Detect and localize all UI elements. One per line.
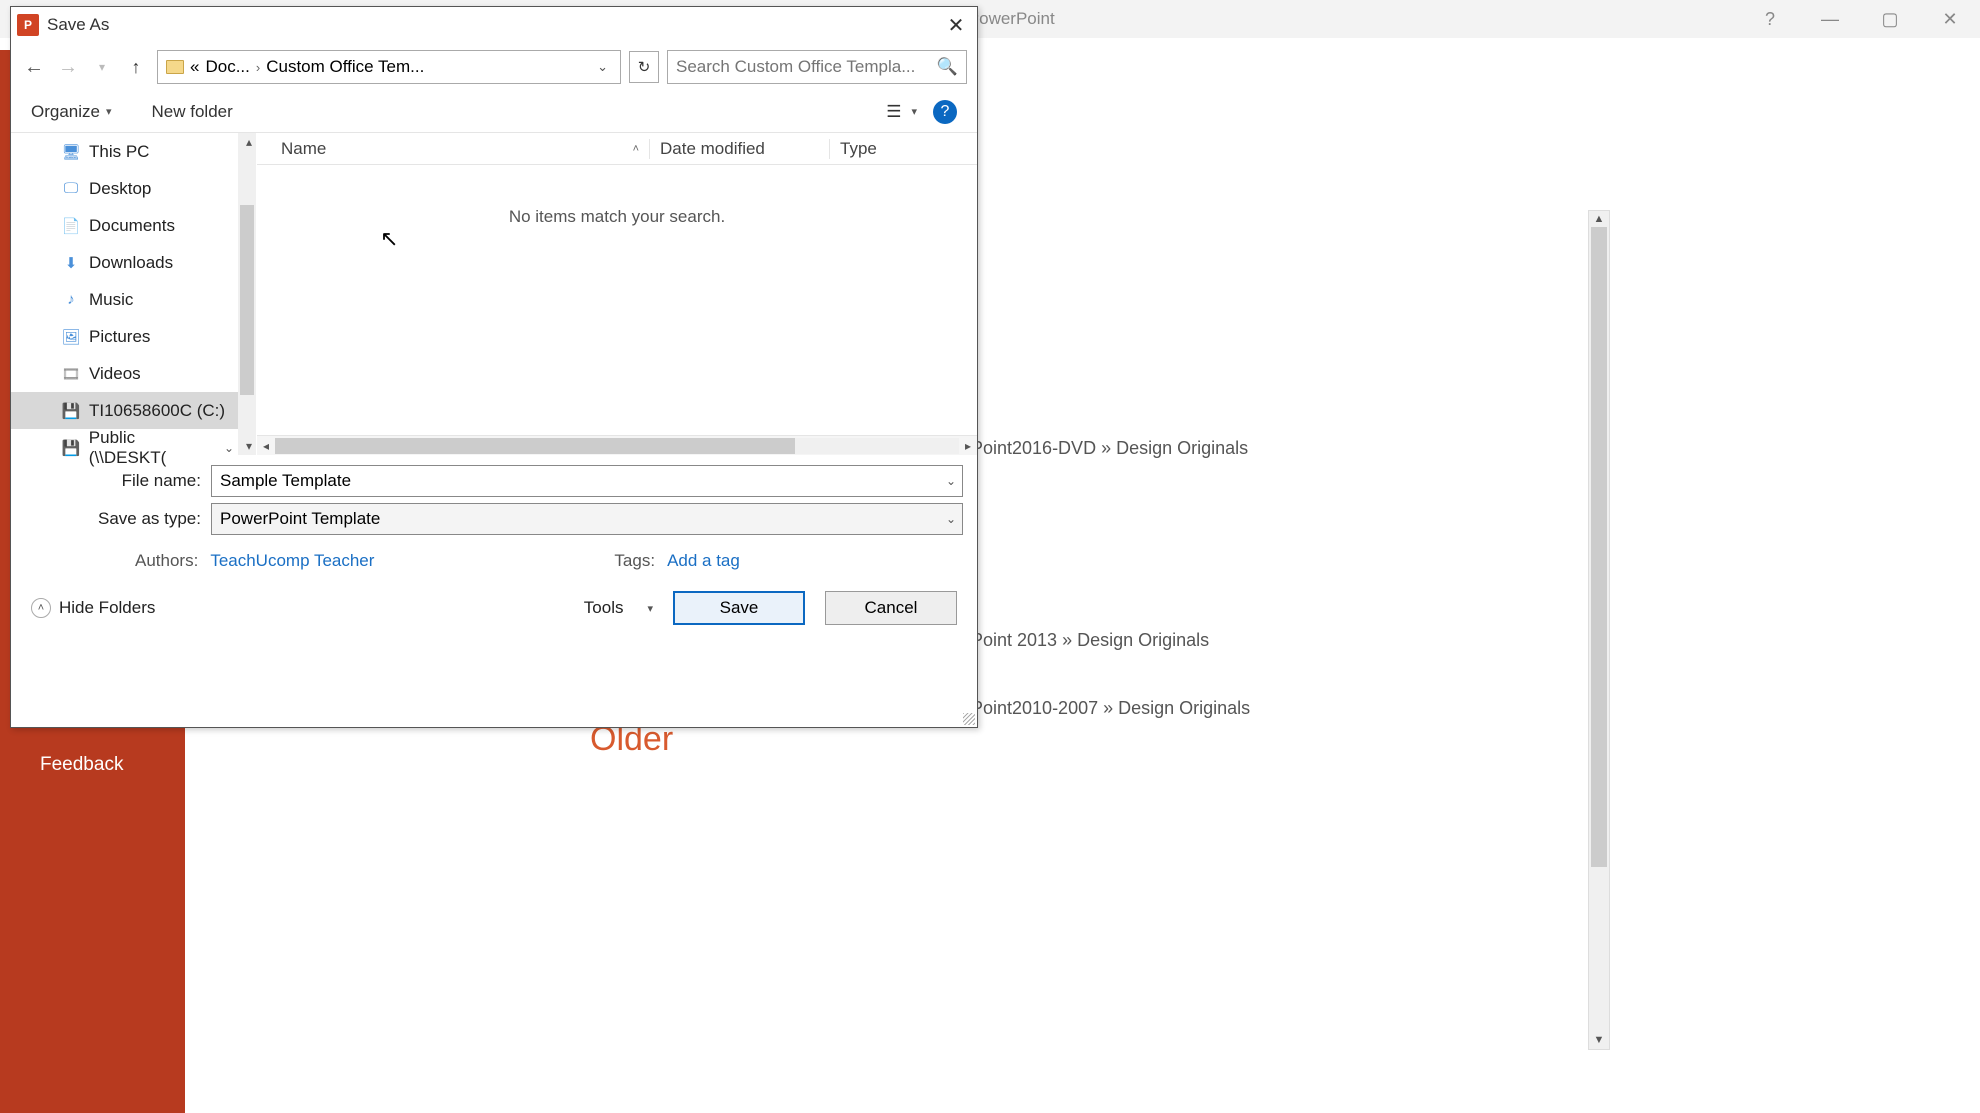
- expand-icon[interactable]: ⌄: [224, 441, 234, 455]
- dialog-titlebar[interactable]: P Save As ✕: [11, 7, 977, 43]
- save-button[interactable]: Save: [673, 591, 805, 625]
- sort-indicator-icon: ˄: [633, 143, 639, 155]
- chevron-up-icon: ˄: [31, 598, 51, 618]
- refresh-button[interactable]: ↻: [629, 51, 659, 83]
- forward-button[interactable]: →: [55, 54, 81, 80]
- tree-scroll-thumb[interactable]: [240, 205, 254, 395]
- help-icon[interactable]: ?: [1740, 0, 1800, 38]
- resize-grip[interactable]: [963, 713, 975, 725]
- column-name[interactable]: Name˄: [257, 139, 649, 159]
- tree-scrollbar[interactable]: ▴ ▾: [238, 133, 256, 455]
- scroll-thumb[interactable]: [1591, 227, 1607, 867]
- breadcrumb-prefix: «: [190, 57, 199, 77]
- tags-value[interactable]: Add a tag: [667, 551, 740, 571]
- recent-path-2[interactable]: rPoint 2013 » Design Originals: [965, 630, 1209, 651]
- search-box[interactable]: 🔍: [667, 50, 967, 84]
- scroll-down-icon[interactable]: ▼: [1589, 1033, 1609, 1048]
- videos-icon: 🎞: [61, 365, 81, 383]
- organize-button[interactable]: Organize: [31, 102, 112, 122]
- saveastype-select[interactable]: PowerPoint Template⌄: [211, 503, 963, 535]
- address-dropdown-icon[interactable]: ⌄: [593, 59, 612, 75]
- recent-locations-dropdown[interactable]: ▾: [89, 54, 115, 80]
- recent-path-1[interactable]: rPoint2016-DVD » Design Originals: [965, 438, 1248, 459]
- save-as-dialog: P Save As ✕ ← → ▾ ↑ « Doc... › Custom Of…: [10, 6, 978, 728]
- saveastype-label: Save as type:: [25, 509, 211, 529]
- filename-label: File name:: [25, 471, 211, 491]
- hscroll-left-icon[interactable]: ◂: [257, 439, 275, 453]
- search-icon[interactable]: 🔍: [937, 57, 958, 77]
- column-type[interactable]: Type: [829, 139, 977, 159]
- breadcrumb-custom-office[interactable]: Custom Office Tem...: [266, 57, 424, 77]
- tree-scroll-down-icon[interactable]: ▾: [246, 439, 252, 453]
- music-icon: ♪: [61, 291, 81, 308]
- tree-videos[interactable]: 🎞Videos: [11, 355, 256, 392]
- tools-button[interactable]: Tools: [584, 598, 653, 618]
- up-button[interactable]: ↑: [123, 54, 149, 80]
- close-window-icon[interactable]: ✕: [1920, 0, 1980, 38]
- hscroll-right-icon[interactable]: ▸: [959, 439, 977, 453]
- hscroll-thumb[interactable]: [275, 438, 795, 454]
- back-button[interactable]: ←: [21, 54, 47, 80]
- pictures-icon: 🖼: [61, 328, 81, 346]
- breadcrumb-doc[interactable]: Doc...: [205, 57, 249, 77]
- tree-music[interactable]: ♪Music: [11, 281, 256, 318]
- toolbar: Organize New folder ☰ ?: [11, 91, 977, 133]
- file-browser: ▴ ▾ 🖥This PC 🖵Desktop 📄Documents ⬇Downlo…: [11, 133, 977, 455]
- tree-documents[interactable]: 📄Documents: [11, 207, 256, 244]
- address-bar[interactable]: « Doc... › Custom Office Tem... ⌄: [157, 50, 621, 84]
- dialog-title: Save As: [47, 15, 935, 35]
- file-list-area: Name˄ Date modified Type No items match …: [257, 133, 977, 455]
- filename-input[interactable]: Sample Template⌄: [211, 465, 963, 497]
- view-icon: ☰: [886, 102, 901, 122]
- column-date-modified[interactable]: Date modified: [649, 139, 829, 159]
- chevron-right-icon[interactable]: ›: [256, 60, 260, 75]
- tags-label: Tags:: [614, 551, 655, 571]
- sidebar-item-feedback[interactable]: Feedback: [0, 740, 185, 790]
- new-folder-button[interactable]: New folder: [152, 102, 233, 122]
- close-dialog-button[interactable]: ✕: [935, 9, 977, 41]
- powerpoint-icon: P: [17, 14, 39, 36]
- tree-this-pc[interactable]: 🖥This PC: [11, 133, 256, 170]
- downloads-icon: ⬇: [61, 254, 81, 272]
- help-button[interactable]: ?: [933, 100, 957, 124]
- tree-downloads[interactable]: ⬇Downloads: [11, 244, 256, 281]
- cancel-button[interactable]: Cancel: [825, 591, 957, 625]
- desktop-icon: 🖵: [61, 180, 81, 197]
- hide-folders-button[interactable]: ˄ Hide Folders: [31, 598, 155, 618]
- dialog-footer: ˄ Hide Folders Tools Save Cancel: [11, 571, 977, 645]
- drive-icon: 💾: [61, 402, 81, 420]
- maximize-icon[interactable]: ▢: [1860, 0, 1920, 38]
- recent-path-3[interactable]: rPoint2010-2007 » Design Originals: [965, 698, 1250, 719]
- tree-pictures[interactable]: 🖼Pictures: [11, 318, 256, 355]
- authors-label: Authors:: [135, 551, 198, 571]
- network-drive-icon: 💾: [61, 439, 81, 457]
- navigation-row: ← → ▾ ↑ « Doc... › Custom Office Tem... …: [11, 43, 977, 91]
- tree-desktop[interactable]: 🖵Desktop: [11, 170, 256, 207]
- saveastype-dropdown-icon[interactable]: ⌄: [946, 512, 956, 526]
- tree-drive-c[interactable]: 💾TI10658600C (C:): [11, 392, 256, 429]
- save-form: File name: Sample Template⌄ Save as type…: [11, 455, 977, 571]
- tree-scroll-up-icon[interactable]: ▴: [246, 135, 252, 149]
- hscroll-track[interactable]: [275, 438, 959, 454]
- authors-value[interactable]: TeachUcomp Teacher: [210, 551, 374, 571]
- minimize-icon[interactable]: —: [1800, 0, 1860, 38]
- filename-dropdown-icon[interactable]: ⌄: [946, 474, 956, 488]
- tree-public-network[interactable]: 💾Public (\\DESKT(⌄: [11, 429, 256, 466]
- documents-icon: 📄: [61, 217, 81, 235]
- folder-icon: [166, 60, 184, 74]
- pc-icon: 🖥: [61, 143, 81, 161]
- column-headers: Name˄ Date modified Type: [257, 133, 977, 165]
- scroll-up-icon[interactable]: ▲: [1589, 212, 1609, 227]
- view-options-button[interactable]: ☰: [886, 102, 917, 122]
- vertical-scrollbar[interactable]: ▲ ▼: [1588, 210, 1610, 1050]
- search-input[interactable]: [676, 57, 937, 77]
- empty-message: No items match your search.: [257, 165, 977, 227]
- horizontal-scrollbar[interactable]: ◂ ▸: [257, 435, 977, 455]
- folder-tree: ▴ ▾ 🖥This PC 🖵Desktop 📄Documents ⬇Downlo…: [11, 133, 257, 455]
